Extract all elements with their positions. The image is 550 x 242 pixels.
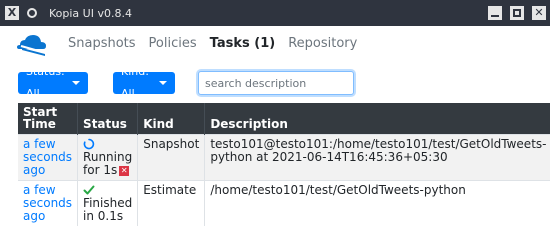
kind-cell: Estimate xyxy=(137,180,206,226)
description-cell: /home/testo101/test/GetOldTweets-python xyxy=(204,180,550,226)
column-header-description[interactable]: Description xyxy=(204,103,550,135)
app-menu-icon[interactable] xyxy=(25,6,39,20)
column-header-status[interactable]: Status xyxy=(77,103,139,135)
nav-snapshots[interactable]: Snapshots xyxy=(68,36,136,51)
table-row: a few seconds ago Running for 1s ✕ Snapsh… xyxy=(18,134,550,181)
status-cell: Finished in 0.1s xyxy=(77,180,139,226)
search-description-input[interactable] xyxy=(198,71,354,95)
chevron-down-icon xyxy=(159,81,167,85)
nav-repository[interactable]: Repository xyxy=(288,36,357,51)
kind-cell: Snapshot xyxy=(137,134,206,181)
task-start-time-link[interactable]: a few seconds ago xyxy=(23,183,72,223)
start-time-cell: a few seconds ago xyxy=(18,180,79,226)
status-filter-dropdown[interactable]: Status: All xyxy=(18,65,88,100)
tasks-table: Start Time Status Kind Description a few… xyxy=(18,103,550,226)
checkmark-icon xyxy=(83,185,95,195)
task-start-time-link[interactable]: a few seconds ago xyxy=(23,137,72,177)
description-cell: testo101@testo101:/home/testo101/test/Ge… xyxy=(204,134,550,181)
spinner-icon xyxy=(83,138,95,150)
nav-policies[interactable]: Policies xyxy=(149,36,197,51)
table-header-row: Start Time Status Kind Description xyxy=(18,103,550,135)
column-header-start-time[interactable]: Start Time xyxy=(18,103,79,135)
table-row: a few seconds ago Finished in 0.1s Estim… xyxy=(18,180,550,226)
status-cell: Running for 1s ✕ xyxy=(77,134,139,181)
kind-filter-label: Kind: All xyxy=(121,65,149,100)
close-button[interactable]: ✕ xyxy=(532,6,546,20)
close-x-icon[interactable]: X xyxy=(5,6,19,20)
task-status-text: Finished in 0.1s xyxy=(83,196,133,223)
kopia-cloud-logo-icon[interactable] xyxy=(15,32,49,58)
status-filter-label: Status: All xyxy=(26,65,65,100)
maximize-button[interactable] xyxy=(510,6,524,20)
chevron-down-icon xyxy=(72,81,80,85)
nav-tasks[interactable]: Tasks (1) xyxy=(210,36,276,51)
cancel-task-icon[interactable]: ✕ xyxy=(119,165,130,176)
window-title: Kopia UI v0.8.4 xyxy=(49,6,132,20)
minimize-button[interactable] xyxy=(488,6,502,20)
kind-filter-dropdown[interactable]: Kind: All xyxy=(113,65,175,100)
start-time-cell: a few seconds ago xyxy=(18,134,79,181)
top-nav: Snapshots Policies Tasks (1) Repository xyxy=(0,26,550,64)
window-titlebar: X Kopia UI v0.8.4 ✕ xyxy=(0,0,550,26)
column-header-kind[interactable]: Kind xyxy=(137,103,206,135)
